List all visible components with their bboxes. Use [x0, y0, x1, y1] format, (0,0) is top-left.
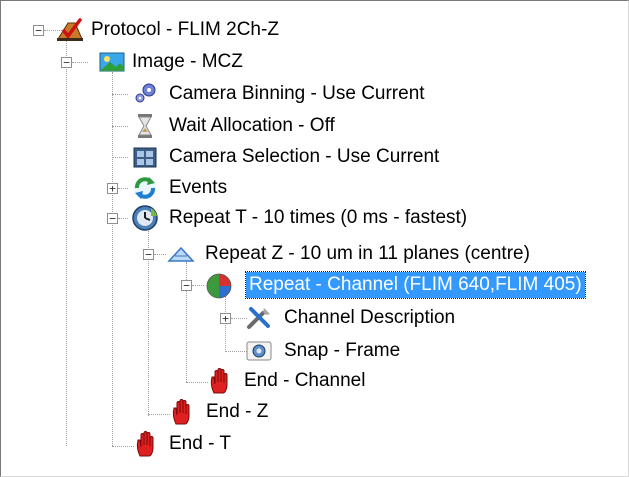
collapse-toggle[interactable]: −: [33, 25, 44, 36]
film-camera-icon: [130, 143, 160, 171]
snap-camera-icon: [244, 337, 274, 365]
z-stack-triangle-icon: [166, 240, 196, 268]
tree-node-repeat-z[interactable]: Repeat Z - 10 um in 11 planes (centre): [202, 241, 533, 267]
collapse-toggle[interactable]: −: [107, 213, 118, 224]
tools-icon: [244, 304, 274, 332]
tree-connector: [112, 126, 128, 127]
collapse-toggle[interactable]: −: [61, 57, 72, 68]
protocol-tree[interactable]: − Protocol - FLIM 2Ch-Z − Image - MCZ Ca…: [0, 0, 629, 477]
tree-connector: [112, 157, 128, 158]
stop-hand-icon: [168, 398, 198, 426]
tree-node-snap-frame[interactable]: Snap - Frame: [281, 338, 403, 364]
tree-connector: [148, 414, 170, 415]
clock-globe-icon: [130, 204, 160, 232]
tree-node-events[interactable]: Events: [166, 175, 230, 201]
tree-node-repeat-t[interactable]: Repeat T - 10 times (0 ms - fastest): [166, 205, 470, 231]
pie-channel-icon: [204, 272, 234, 300]
tree-connector: [66, 40, 67, 446]
protocol-check-icon: [55, 16, 85, 44]
image-landscape-icon: [97, 48, 127, 76]
tree-node-channel-description[interactable]: Channel Description: [281, 305, 458, 331]
collapse-toggle[interactable]: −: [181, 280, 192, 291]
tree-connector: [118, 188, 128, 189]
tree-connector: [112, 72, 113, 446]
tree-connector: [72, 62, 88, 63]
tree-connector: [112, 446, 134, 447]
tree-connector: [112, 94, 128, 95]
tree-connector: [118, 218, 128, 219]
tree-connector: [192, 285, 204, 286]
gears-icon: [130, 80, 160, 108]
tree-node-repeat-channel[interactable]: Repeat - Channel (FLIM 640,FLIM 405): [245, 271, 586, 299]
tree-node-wait-allocation[interactable]: Wait Allocation - Off: [166, 113, 338, 139]
tree-node-camera-binning[interactable]: Camera Binning - Use Current: [166, 81, 428, 107]
tree-node-end-t[interactable]: End - T: [166, 431, 234, 457]
tree-node-image[interactable]: Image - MCZ: [129, 49, 246, 75]
stop-hand-icon: [206, 367, 236, 395]
hourglass-icon: [130, 112, 160, 140]
tree-node-end-z[interactable]: End - Z: [203, 399, 271, 425]
tree-node-protocol[interactable]: Protocol - FLIM 2Ch-Z: [88, 17, 282, 43]
expand-toggle[interactable]: +: [220, 313, 231, 324]
tree-node-camera-selection[interactable]: Camera Selection - Use Current: [166, 144, 442, 170]
tree-connector: [154, 254, 166, 255]
collapse-toggle[interactable]: −: [143, 249, 154, 260]
tree-connector: [186, 382, 208, 383]
expand-toggle[interactable]: +: [107, 183, 118, 194]
stop-hand-icon: [132, 430, 162, 458]
tree-node-end-channel[interactable]: End - Channel: [241, 368, 368, 394]
refresh-arrows-icon: [130, 174, 160, 202]
